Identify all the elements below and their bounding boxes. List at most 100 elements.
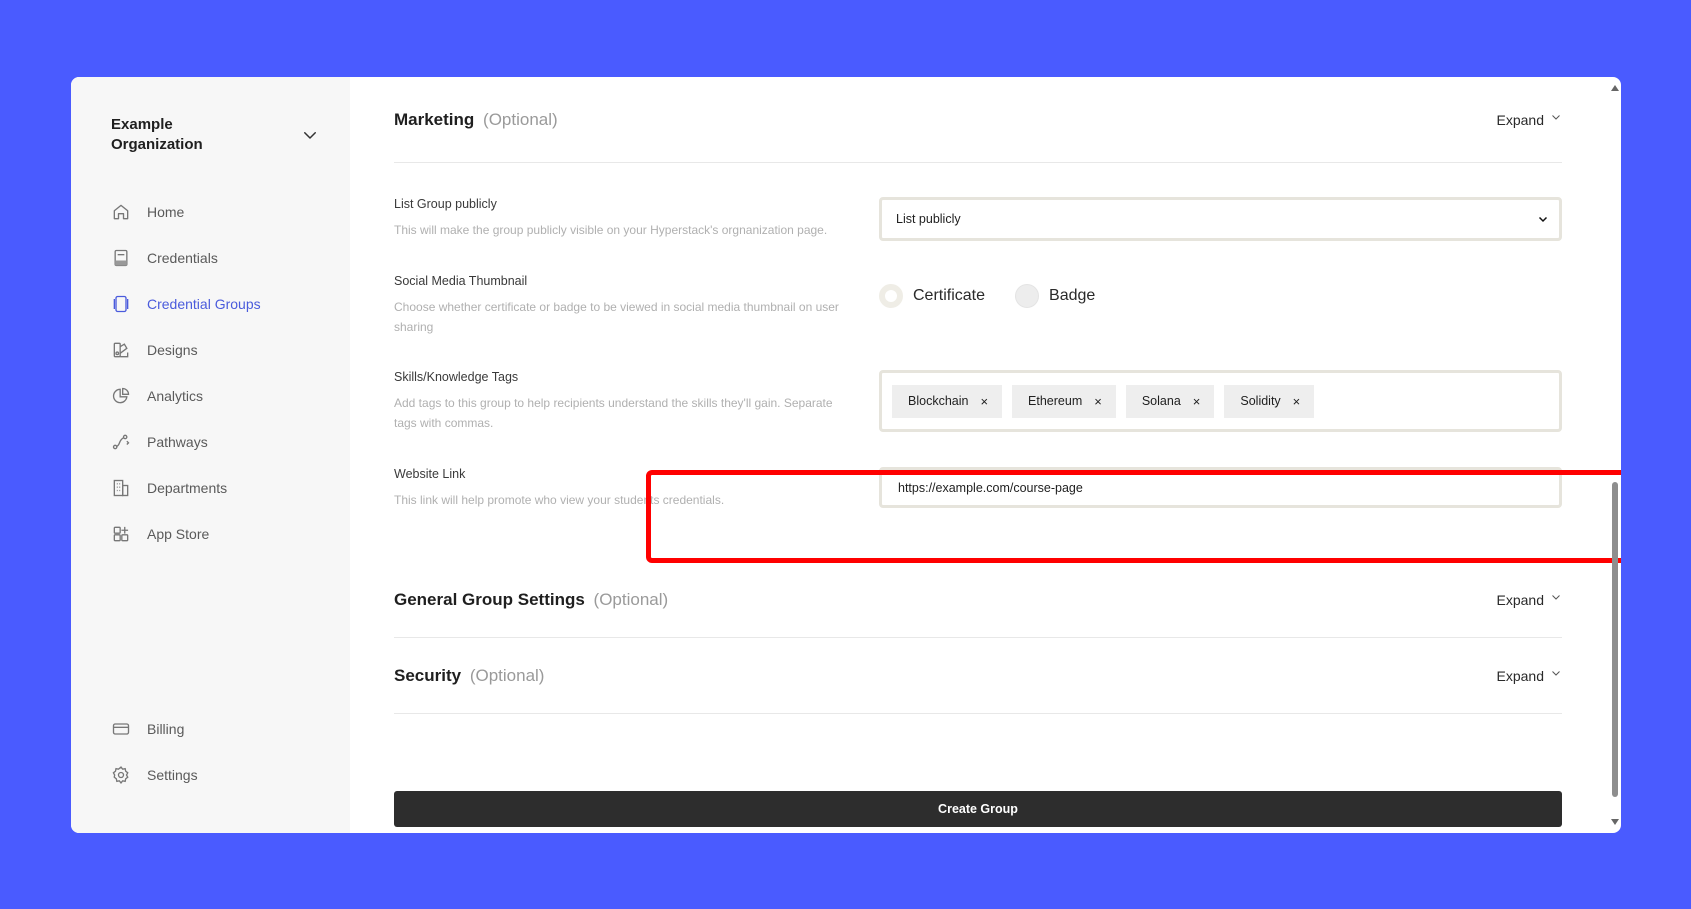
website-link-label: Website Link This link will help promote… [394,467,854,510]
sidebar-item-home[interactable]: Home [111,189,261,235]
create-group-button[interactable]: Create Group [394,791,1562,827]
credential-groups-icon [111,294,131,314]
general-expand-button[interactable]: Expand [1497,592,1562,608]
sidebar-bottom-nav: Billing Settings [111,706,198,798]
tag-chip: Ethereum × [1012,384,1116,418]
radio-unselected-indicator [1015,284,1040,308]
billing-icon [111,719,131,739]
list-publicly-select[interactable]: List publicly [879,197,1562,241]
credentials-icon [111,248,131,268]
sidebar-item-label: Designs [147,342,198,358]
section-title-text: Security [394,665,462,685]
remove-tag-icon[interactable]: × [980,394,988,409]
sidebar: Example Organization Home Credentials Cr… [71,77,350,833]
expand-label: Expand [1496,667,1544,684]
tag-chip: Solidity × [1224,384,1315,418]
chevron-down-icon [304,132,316,139]
org-switcher[interactable]: Example Organization [111,115,331,155]
sidebar-item-label: Settings [147,767,198,783]
scrollbar[interactable] [1609,77,1621,833]
social-thumbnail-row: Social Media Thumbnail Choose whether ce… [394,274,1562,337]
radio-badge[interactable]: Badge [1015,284,1095,308]
sidebar-item-pathways[interactable]: Pathways [111,419,261,465]
sidebar-item-label: Credentials [147,250,218,266]
sidebar-item-label: Pathways [147,434,208,450]
security-expand-button[interactable]: Expand [1497,668,1562,684]
website-link-input[interactable]: https://example.com/course-page [879,467,1562,508]
analytics-icon [111,386,131,406]
field-description: Add tags to this group to help recipient… [394,396,833,430]
section-title-text: Marketing [394,109,475,129]
designs-icon [111,340,131,360]
section-title: Security (Optional) [394,666,544,686]
tags-input[interactable]: Blockchain × Ethereum × Solana × Solidit… [879,370,1562,432]
radio-certificate[interactable]: Certificate [879,284,985,308]
expand-label: Expand [1496,591,1544,608]
list-group-control: List publicly [879,197,1562,241]
tags-label: Skills/Knowledge Tags Add tags to this g… [394,370,854,433]
sidebar-item-credential-groups[interactable]: Credential Groups [111,281,261,327]
optional-label: (Optional) [483,109,558,129]
list-group-label: List Group publicly This will make the g… [394,197,854,241]
sidebar-item-label: Departments [147,480,228,496]
radio-label: Badge [1049,287,1096,304]
general-section-header: General Group Settings (Optional) Expand [394,562,1562,638]
optional-label: (Optional) [469,665,545,685]
sidebar-item-label: App Store [147,526,210,542]
tag-chip: Solana × [1125,384,1215,418]
sidebar-item-departments[interactable]: Departments [111,465,261,511]
home-icon [111,202,131,222]
remove-tag-icon[interactable]: × [1094,394,1102,409]
tag-label: Solana [1141,394,1181,408]
select-value: List publicly [896,212,961,226]
tags-row: Skills/Knowledge Tags Add tags to this g… [394,370,1562,433]
scroll-up-icon[interactable] [1610,83,1620,93]
radio-label: Certificate [913,287,986,304]
sidebar-item-billing[interactable]: Billing [111,706,198,752]
tag-chip: Blockchain × [892,384,1003,418]
section-title: Marketing (Optional) [394,110,558,130]
marketing-expand-button[interactable]: Expand [1497,112,1562,128]
field-title: List Group publicly [394,197,497,211]
marketing-section-header: Marketing (Optional) Expand [394,77,1562,163]
website-link-row: Website Link This link will help promote… [394,467,1562,510]
sidebar-item-label: Credential Groups [147,296,261,312]
settings-icon [111,765,131,785]
tags-control: Blockchain × Ethereum × Solana × Solidit… [879,370,1562,433]
scroll-thumb[interactable] [1612,482,1618,797]
main-content: Marketing (Optional) Expand List Group p… [350,77,1621,833]
departments-icon [111,478,131,498]
thumbnail-radio-group: Certificate Badge [879,274,1562,308]
sidebar-item-credentials[interactable]: Credentials [111,235,261,281]
sidebar-item-analytics[interactable]: Analytics [111,373,261,419]
pathways-icon [111,432,131,452]
remove-tag-icon[interactable]: × [1193,394,1201,409]
expand-label: Expand [1496,111,1544,128]
chevron-down-icon [1552,114,1560,120]
sidebar-item-label: Analytics [147,388,204,404]
sidebar-item-label: Billing [147,721,185,737]
security-section-header: Security (Optional) Expand [394,638,1562,714]
scroll-down-icon[interactable] [1610,817,1620,827]
radio-selected-indicator [879,284,903,308]
sidebar-item-app-store[interactable]: App Store [111,511,261,557]
org-name: Example Organization [111,116,203,153]
chevron-down-icon [1552,670,1560,676]
field-title: Social Media Thumbnail [394,274,528,288]
website-link-control: https://example.com/course-page [879,467,1562,510]
app-window: Example Organization Home Credentials Cr… [71,77,1621,833]
section-title: General Group Settings (Optional) [394,590,668,610]
app-store-icon [111,524,131,544]
sidebar-item-designs[interactable]: Designs [111,327,261,373]
social-thumbnail-label: Social Media Thumbnail Choose whether ce… [394,274,854,337]
field-description: This will make the group publicly visibl… [394,223,828,237]
sidebar-item-label: Home [147,204,185,220]
remove-tag-icon[interactable]: × [1293,394,1301,409]
field-title: Website Link [394,467,466,481]
sidebar-item-settings[interactable]: Settings [111,752,198,798]
field-title: Skills/Knowledge Tags [394,370,519,384]
section-title-text: General Group Settings [394,589,585,609]
chevron-down-icon [1538,216,1548,223]
form-content: Marketing (Optional) Expand List Group p… [394,77,1562,714]
list-group-row: List Group publicly This will make the g… [394,197,1562,241]
